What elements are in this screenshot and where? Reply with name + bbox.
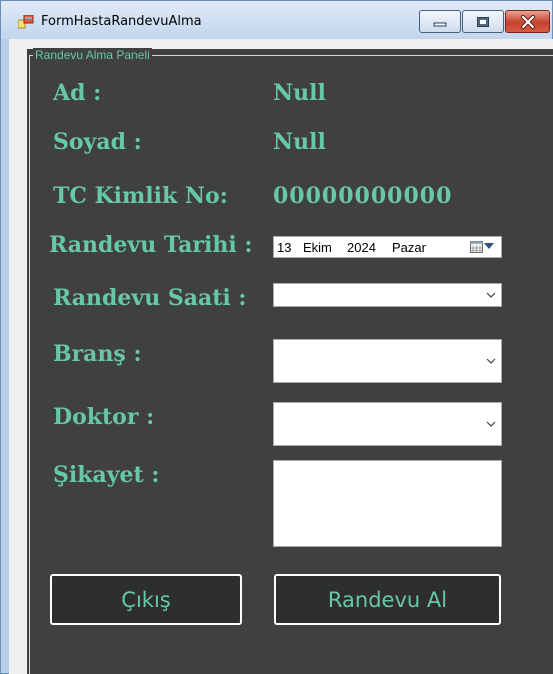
date-month[interactable]: Ekim bbox=[303, 240, 332, 255]
brans-combobox[interactable] bbox=[273, 339, 502, 383]
doktor-combobox[interactable] bbox=[273, 402, 502, 446]
value-soyad: Null bbox=[273, 129, 326, 155]
close-button[interactable] bbox=[505, 10, 550, 33]
exit-button[interactable]: Çıkış bbox=[50, 574, 242, 625]
date-weekday[interactable]: Pazar bbox=[392, 240, 426, 255]
minimize-button[interactable] bbox=[419, 10, 461, 33]
randevu-saati-combobox[interactable] bbox=[273, 283, 502, 307]
maximize-icon bbox=[477, 16, 489, 27]
maximize-button[interactable] bbox=[462, 10, 504, 33]
book-appointment-button[interactable]: Randevu Al bbox=[274, 574, 501, 625]
label-ad: Ad : bbox=[53, 80, 102, 106]
label-tc-kimlik: TC Kimlik No: bbox=[53, 183, 228, 209]
chevron-down-icon[interactable] bbox=[486, 292, 496, 298]
label-randevu-saati: Randevu Saati : bbox=[53, 285, 247, 311]
sikayet-textarea[interactable] bbox=[273, 460, 502, 547]
window-title: FormHastaRandevuAlma bbox=[41, 14, 202, 29]
calendar-icon[interactable] bbox=[470, 241, 483, 253]
minimize-icon bbox=[433, 22, 447, 26]
label-sikayet: Şikayet : bbox=[53, 462, 160, 488]
value-tc-kimlik: 00000000000 bbox=[273, 183, 453, 209]
label-randevu-tarihi: Randevu Tarihi : bbox=[49, 232, 253, 258]
chevron-down-icon[interactable] bbox=[484, 243, 494, 250]
winforms-app-icon bbox=[18, 15, 34, 29]
chevron-down-icon[interactable] bbox=[486, 421, 496, 427]
value-ad: Null bbox=[273, 80, 326, 106]
chevron-down-icon[interactable] bbox=[486, 358, 496, 364]
title-bar[interactable]: FormHastaRandevuAlma bbox=[1, 1, 552, 39]
date-picker[interactable]: 13 Ekim 2024 Pazar bbox=[273, 236, 502, 258]
date-day[interactable]: 13 bbox=[277, 240, 291, 255]
date-year[interactable]: 2024 bbox=[347, 240, 376, 255]
label-doktor: Doktor : bbox=[53, 404, 155, 430]
close-icon bbox=[520, 14, 535, 29]
label-soyad: Soyad : bbox=[53, 129, 142, 155]
label-brans: Branş : bbox=[53, 341, 142, 367]
panel-legend: Randevu Alma Paneli bbox=[33, 48, 152, 62]
